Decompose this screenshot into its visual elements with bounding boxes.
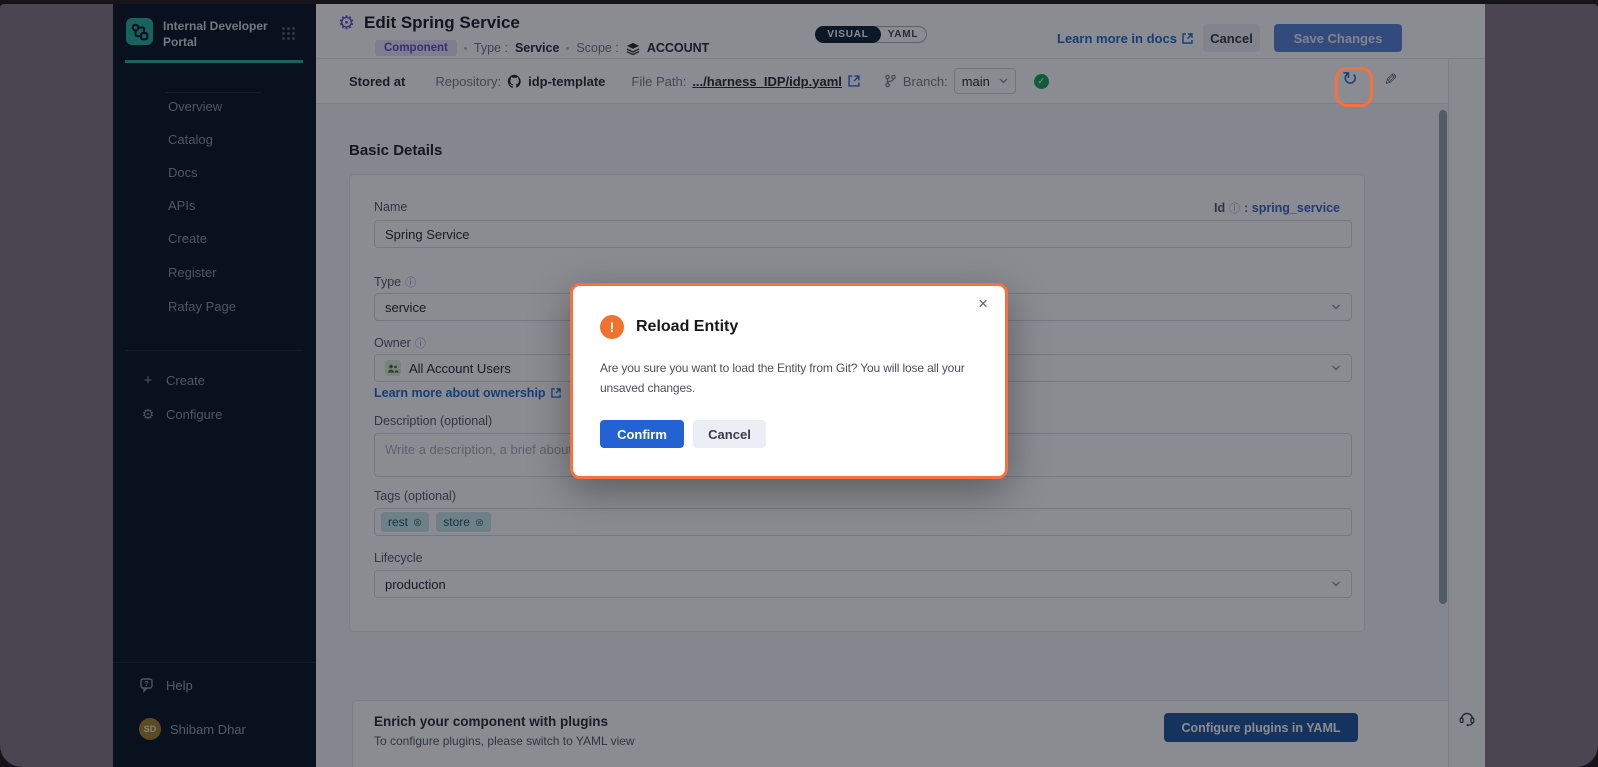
warning-icon: ! (600, 315, 624, 339)
modal-cancel-button[interactable]: Cancel (693, 420, 766, 448)
annotation-highlight-ring (1335, 67, 1373, 107)
modal-title: Reload Entity (636, 318, 738, 336)
modal-body-line1: Are you sure you want to load the Entity… (600, 361, 965, 375)
confirm-button[interactable]: Confirm (600, 420, 684, 448)
reload-entity-modal: ! Reload Entity × Are you sure you want … (570, 283, 1008, 479)
modal-body-line2: unsaved changes. (600, 381, 695, 395)
close-icon[interactable]: × (978, 294, 988, 314)
modal-body: Are you sure you want to load the Entity… (600, 359, 1002, 399)
